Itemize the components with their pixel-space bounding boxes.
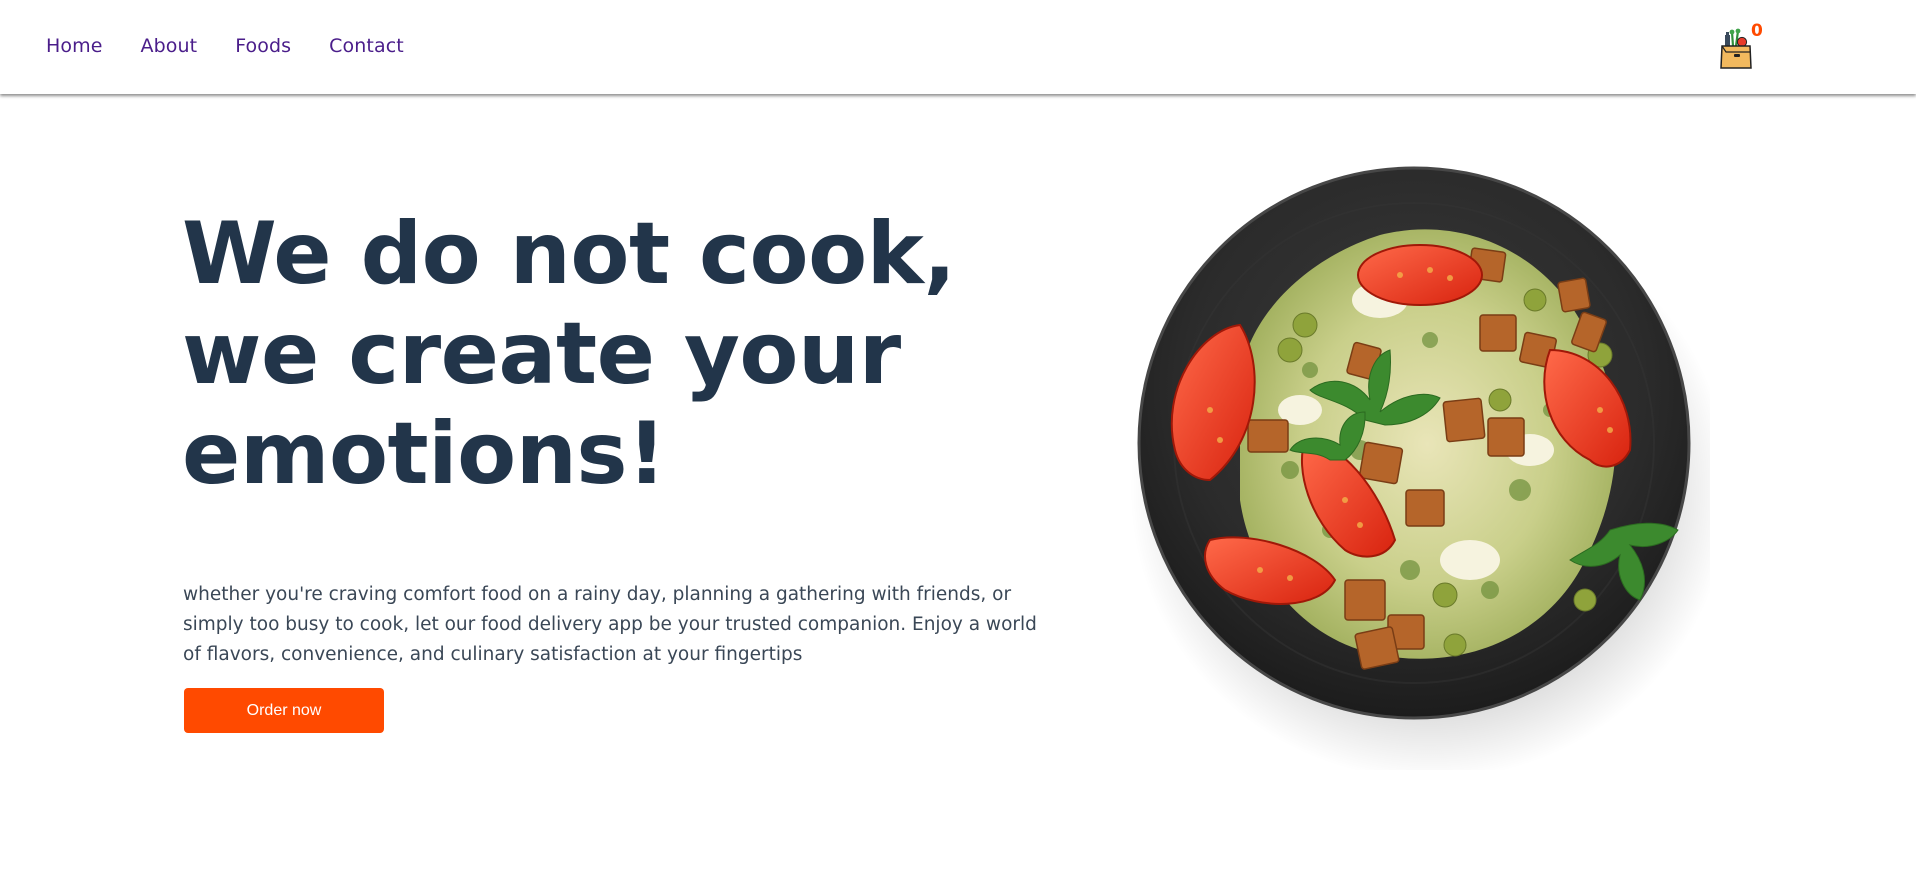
hero-title: We do not cook, we create your emotions! bbox=[182, 204, 956, 504]
order-now-button[interactable]: Order now bbox=[184, 688, 384, 733]
top-navbar: Home About Foods Contact 0 bbox=[0, 0, 1916, 94]
cart-count-badge: 0 bbox=[1751, 21, 1763, 41]
salad-plate-image bbox=[1130, 166, 1710, 770]
hero-title-line: emotions! bbox=[182, 404, 666, 504]
shopping-bag-icon bbox=[1720, 28, 1752, 69]
hero-title-line: we create your bbox=[182, 304, 901, 404]
hero-description: whether you're craving comfort food on a… bbox=[183, 584, 1037, 665]
nav-menu: Home About Foods Contact bbox=[46, 32, 442, 60]
cart-button[interactable]: 0 bbox=[1720, 21, 1764, 70]
nav-link-home[interactable]: Home bbox=[46, 32, 103, 60]
nav-link-about[interactable]: About bbox=[141, 32, 198, 60]
hero-title-line: We do not cook, bbox=[182, 204, 956, 304]
nav-link-contact[interactable]: Contact bbox=[329, 32, 404, 60]
nav-link-foods[interactable]: Foods bbox=[235, 32, 291, 60]
